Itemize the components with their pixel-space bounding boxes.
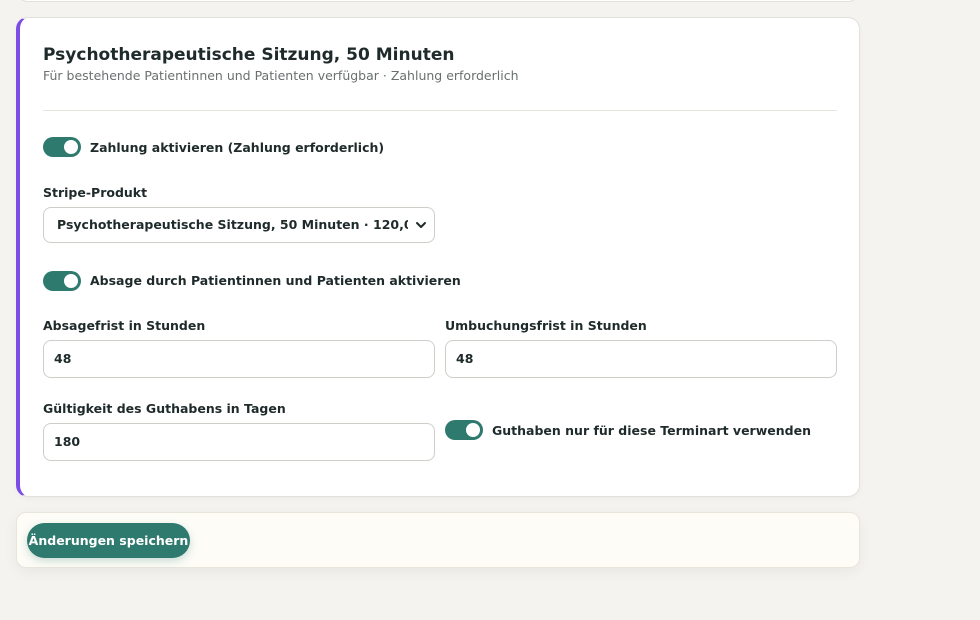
stripe-product-label: Stripe-Produkt — [43, 185, 148, 200]
toggle-knob — [64, 140, 78, 154]
appointment-type-card: Psychotherapeutische Sitzung, 50 Minuten… — [16, 17, 860, 497]
card-title: Psychotherapeutische Sitzung, 50 Minuten — [43, 45, 455, 65]
chevron-down-icon — [416, 222, 426, 228]
credit-validity-input[interactable]: 180 — [43, 423, 435, 461]
card-subtitle: Für bestehende Patientinnen und Patiente… — [43, 68, 519, 83]
save-button[interactable]: Änderungen speichern — [27, 523, 190, 558]
cancellation-toggle-label: Absage durch Patientinnen und Patienten … — [90, 273, 461, 288]
cancellation-deadline-input[interactable]: 48 — [43, 340, 435, 378]
toggle-knob — [466, 423, 480, 437]
previous-card-edge — [16, 0, 860, 2]
cancellation-deadline-label: Absagefrist in Stunden — [43, 318, 206, 333]
stripe-product-selected-value: Psychotherapeutische Sitzung, 50 Minuten… — [57, 217, 408, 232]
stripe-product-select[interactable]: Psychotherapeutische Sitzung, 50 Minuten… — [43, 207, 435, 243]
credit-validity-label: Gültigkeit des Guthabens in Tagen — [43, 401, 286, 416]
rebooking-deadline-label: Umbuchungsfrist in Stunden — [445, 318, 647, 333]
payment-toggle-label: Zahlung aktivieren (Zahlung erforderlich… — [90, 140, 385, 155]
rebooking-deadline-input[interactable]: 48 — [445, 340, 837, 378]
cancellation-toggle[interactable] — [43, 271, 81, 291]
toggle-knob — [64, 274, 78, 288]
payment-toggle[interactable] — [43, 137, 81, 157]
save-bar: Änderungen speichern — [16, 512, 860, 568]
credit-only-toggle-label: Guthaben nur für diese Terminart verwend… — [492, 423, 811, 438]
card-header: Psychotherapeutische Sitzung, 50 Minuten… — [43, 45, 837, 84]
credit-only-toggle[interactable] — [445, 420, 483, 440]
header-divider — [43, 110, 837, 111]
